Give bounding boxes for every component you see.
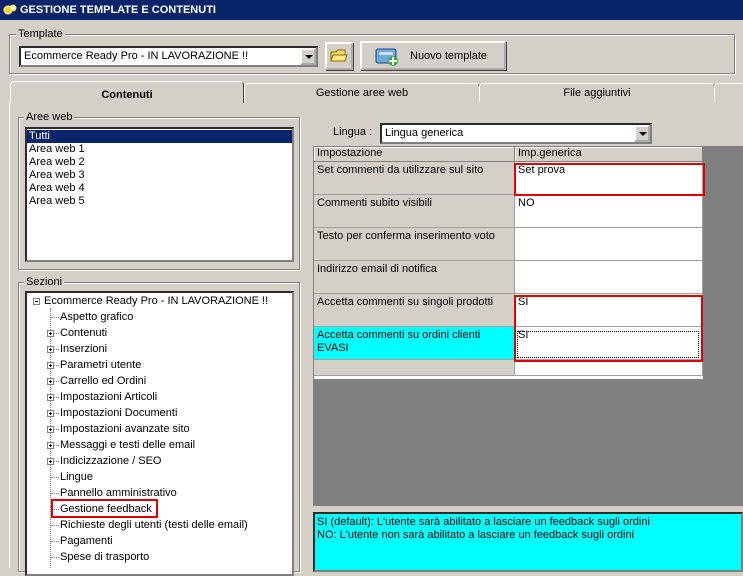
tree-guide-line [51,541,59,542]
grid-row-value[interactable]: Set prova [515,162,703,195]
tree-item[interactable]: Impostazioni Documenti [60,406,177,420]
template-select[interactable]: Ecommerce Ready Pro - IN LAVORAZIONE !! [19,46,318,67]
tree-guide-line [51,317,59,318]
tab-gestione-aree-web-label: Gestione aree web [315,87,409,99]
list-item[interactable]: Area web 3 [27,169,292,182]
expand-icon[interactable] [47,330,54,337]
tree-item[interactable]: Lingue [60,470,93,484]
grid-row-label[interactable]: Indirizzo email di notifica [314,261,515,294]
grid-empty-row[interactable] [314,360,515,376]
list-item[interactable]: Area web 2 [27,156,292,169]
lingua-label: Lingua : [333,126,373,138]
tree-guide-line [51,509,59,510]
tree-item[interactable]: Richieste degli utenti (testi delle emai… [60,518,248,532]
app-gear-icon [3,4,17,15]
tab-gestione-aree-web[interactable]: Gestione aree web [244,83,480,102]
grid-row-label[interactable]: Accetta commenti su ordini clienti EVASI [314,327,515,360]
grid-row-value[interactable] [515,261,703,294]
grid-row-label[interactable]: Testo per conferma inserimento voto [314,228,515,261]
list-item[interactable]: Area web 4 [27,182,292,195]
tree-item[interactable]: Gestione feedback [60,502,152,516]
tree-root[interactable]: Ecommerce Ready Pro - IN LAVORAZIONE !! [44,294,268,308]
tree-item[interactable]: Aspetto grafico [60,310,133,324]
tree-item[interactable]: Messaggi e testi delle email [60,438,195,452]
tree-item[interactable]: Parametri utente [60,358,141,372]
new-template-label: Nuovo template [410,50,488,62]
description-line-1: SI (default): L'utente sarà abilitato a … [317,516,650,528]
aree-web-group-label: Aree web [24,111,75,124]
template-dropdown-button[interactable] [300,48,316,65]
list-item[interactable]: Area web 5 [27,195,292,208]
column-header-impostazione[interactable]: Impostazione [314,147,515,162]
column-header-imp-generica[interactable]: Imp.generica [515,147,703,162]
template-select-value: Ecommerce Ready Pro - IN LAVORAZIONE !! [24,50,249,62]
lingua-dropdown-button[interactable] [634,125,650,142]
expand-icon[interactable] [47,362,54,369]
aree-web-list[interactable]: Tutti Area web 1 Area web 2 Area web 3 A… [25,127,294,262]
sezioni-tree[interactable]: Ecommerce Ready Pro - IN LAVORAZIONE !! … [25,291,294,576]
expand-icon[interactable] [47,442,54,449]
tree-item[interactable]: Indicizzazione / SEO [60,454,162,468]
tree-item[interactable]: Pagamenti [60,534,113,548]
tab-overflow[interactable] [714,83,743,102]
expand-icon[interactable] [47,394,54,401]
folder-icon [330,49,348,62]
grid-row-label[interactable]: Set commenti da utilizzare sul sito [314,162,515,195]
collapse-icon[interactable] [33,298,40,305]
sezioni-group-label: Sezioni [24,276,65,289]
tree-item[interactable]: Spese di trasporto [60,550,149,564]
open-folder-button[interactable] [325,42,353,70]
tree-guide-line [51,493,59,494]
lingua-select[interactable]: Lingua generica [380,123,652,144]
new-template-button[interactable]: Nuovo template [360,41,506,70]
new-template-icon [375,48,398,66]
tab-contenuti-label: Contenuti [101,89,153,101]
tree-item[interactable]: Carrello ed Ordini [60,374,146,388]
tree-item[interactable]: Impostazioni Articoli [60,390,157,404]
tree-guide-line [51,525,59,526]
grid-row-value[interactable]: SI [515,294,703,327]
expand-icon[interactable] [47,410,54,417]
description-line-2: NO: L'utente non sarà abilitato a lascia… [317,529,635,541]
template-group-label: Template [16,28,65,41]
grid-row-label[interactable]: Accetta commenti su singoli prodotti [314,294,515,327]
tree-guide-line [51,477,59,478]
expand-icon[interactable] [47,426,54,433]
tab-file-aggiuntivi-label: File aggiuntivi [563,87,631,99]
window-title-bar: GESTIONE TEMPLATE E CONTENUTI [0,0,743,20]
expand-icon[interactable] [47,458,54,465]
expand-icon[interactable] [47,346,54,353]
setting-description: SI (default): L'utente sarà abilitato a … [313,512,743,572]
tab-contenuti[interactable]: Contenuti [10,81,244,103]
tree-guide-line [51,557,59,558]
grid-row-label[interactable]: Commenti subito visibili [314,195,515,228]
expand-icon[interactable] [47,378,54,385]
tree-item[interactable]: Impostazioni avanzate sito [60,422,190,436]
grid-row-value[interactable] [515,228,703,261]
tab-file-aggiuntivi[interactable]: File aggiuntivi [479,83,715,102]
list-item[interactable]: Tutti [27,130,292,143]
focus-cell-border [517,331,699,358]
window-title: GESTIONE TEMPLATE E CONTENUTI [20,4,216,16]
tree-item[interactable]: Inserzioni [60,342,107,356]
tree-item[interactable]: Contenuti [60,326,107,340]
grid-empty-row[interactable] [515,360,703,376]
lingua-select-value: Lingua generica [385,127,464,139]
grid-row-value[interactable]: NO [515,195,703,228]
tree-item[interactable]: Pannello amministrativo [60,486,177,500]
list-item[interactable]: Area web 1 [27,143,292,156]
